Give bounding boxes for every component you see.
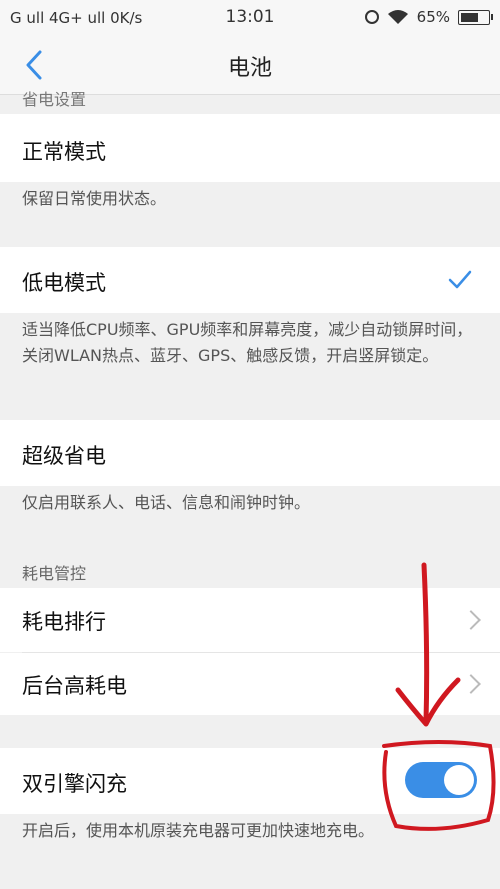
mode-super-saving-title: 超级省电: [22, 444, 106, 468]
item-background-drain[interactable]: 后台高耗电: [0, 653, 500, 715]
section-label-power-control: 耗电管控: [22, 564, 87, 583]
alarm-icon: [364, 10, 379, 24]
mode-normal[interactable]: 正常模式: [0, 114, 500, 182]
mode-super-saving-desc: 仅启用联系人、电话、信息和闹钟时钟。: [0, 486, 500, 526]
item-power-ranking[interactable]: 耗电排行: [0, 588, 500, 652]
mode-low-power-title: 低电模式: [22, 271, 106, 295]
mode-normal-desc: 保留日常使用状态。: [0, 182, 500, 222]
dual-engine-charge-toggle[interactable]: [405, 762, 477, 798]
item-power-ranking-title: 耗电排行: [22, 610, 106, 634]
item-background-drain-title: 后台高耗电: [22, 674, 127, 698]
battery-icon: [458, 9, 493, 25]
checkmark-icon: [448, 270, 472, 289]
page-title: 电池: [227, 56, 272, 81]
dual-engine-charge-desc: 开启后，使用本机原装充电器可更加快速地充电。: [0, 814, 500, 850]
section-label-power-saving: 省电设置: [22, 90, 87, 109]
dual-engine-charge-row: 双引擎闪充: [0, 748, 500, 814]
wifi-icon: [387, 10, 408, 24]
dual-engine-charge-title: 双引擎闪充: [22, 772, 127, 796]
toggle-knob: [444, 765, 474, 795]
mode-low-power-desc: 适当降低CPU频率、GPU频率和屏幕亮度，减少自动锁屏时间，关闭WLAN热点、蓝…: [0, 313, 500, 397]
chevron-right-icon: [461, 674, 481, 694]
mode-low-power[interactable]: 低电模式: [0, 247, 500, 313]
status-icons: 65%: [364, 8, 493, 26]
status-bar: G ull 4G+ ull 0K/s 13:01 65%: [0, 0, 500, 36]
mode-super-saving[interactable]: 超级省电: [0, 420, 500, 486]
battery-percent: 65%: [416, 8, 450, 26]
chevron-right-icon: [461, 610, 481, 630]
mode-normal-title: 正常模式: [22, 140, 106, 164]
